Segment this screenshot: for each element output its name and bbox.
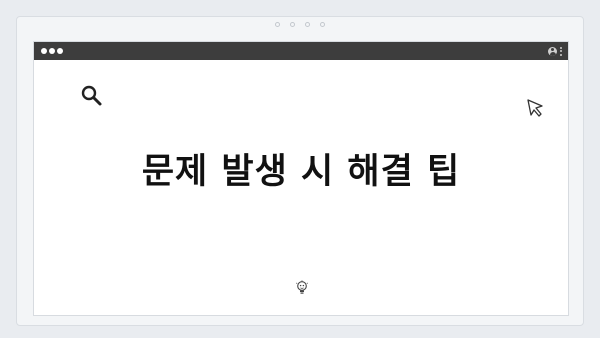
search-icon xyxy=(81,85,102,106)
user-icon[interactable] xyxy=(548,46,557,56)
minimize-window-button[interactable] xyxy=(49,48,55,54)
browser-window: 문제 발생 시 해결 팁 xyxy=(33,41,569,316)
pagination-dot[interactable] xyxy=(305,22,310,27)
slide-canvas: 문제 발생 시 해결 팁 xyxy=(34,60,568,315)
pagination-dot[interactable] xyxy=(275,22,280,27)
close-window-button[interactable] xyxy=(41,48,47,54)
kebab-menu-icon[interactable] xyxy=(560,46,562,56)
slide-title: 문제 발생 시 해결 팁 xyxy=(141,152,461,192)
page-background: 문제 발생 시 해결 팁 xyxy=(0,0,600,338)
pagination-dot[interactable] xyxy=(320,22,325,27)
window-titlebar xyxy=(34,42,568,60)
lightbulb-icon xyxy=(296,280,308,294)
pagination-dots xyxy=(17,21,583,33)
maximize-window-button[interactable] xyxy=(57,48,63,54)
pagination-dot[interactable] xyxy=(290,22,295,27)
window-controls xyxy=(41,48,65,54)
titlebar-actions xyxy=(548,45,562,57)
cursor-icon xyxy=(527,99,543,117)
